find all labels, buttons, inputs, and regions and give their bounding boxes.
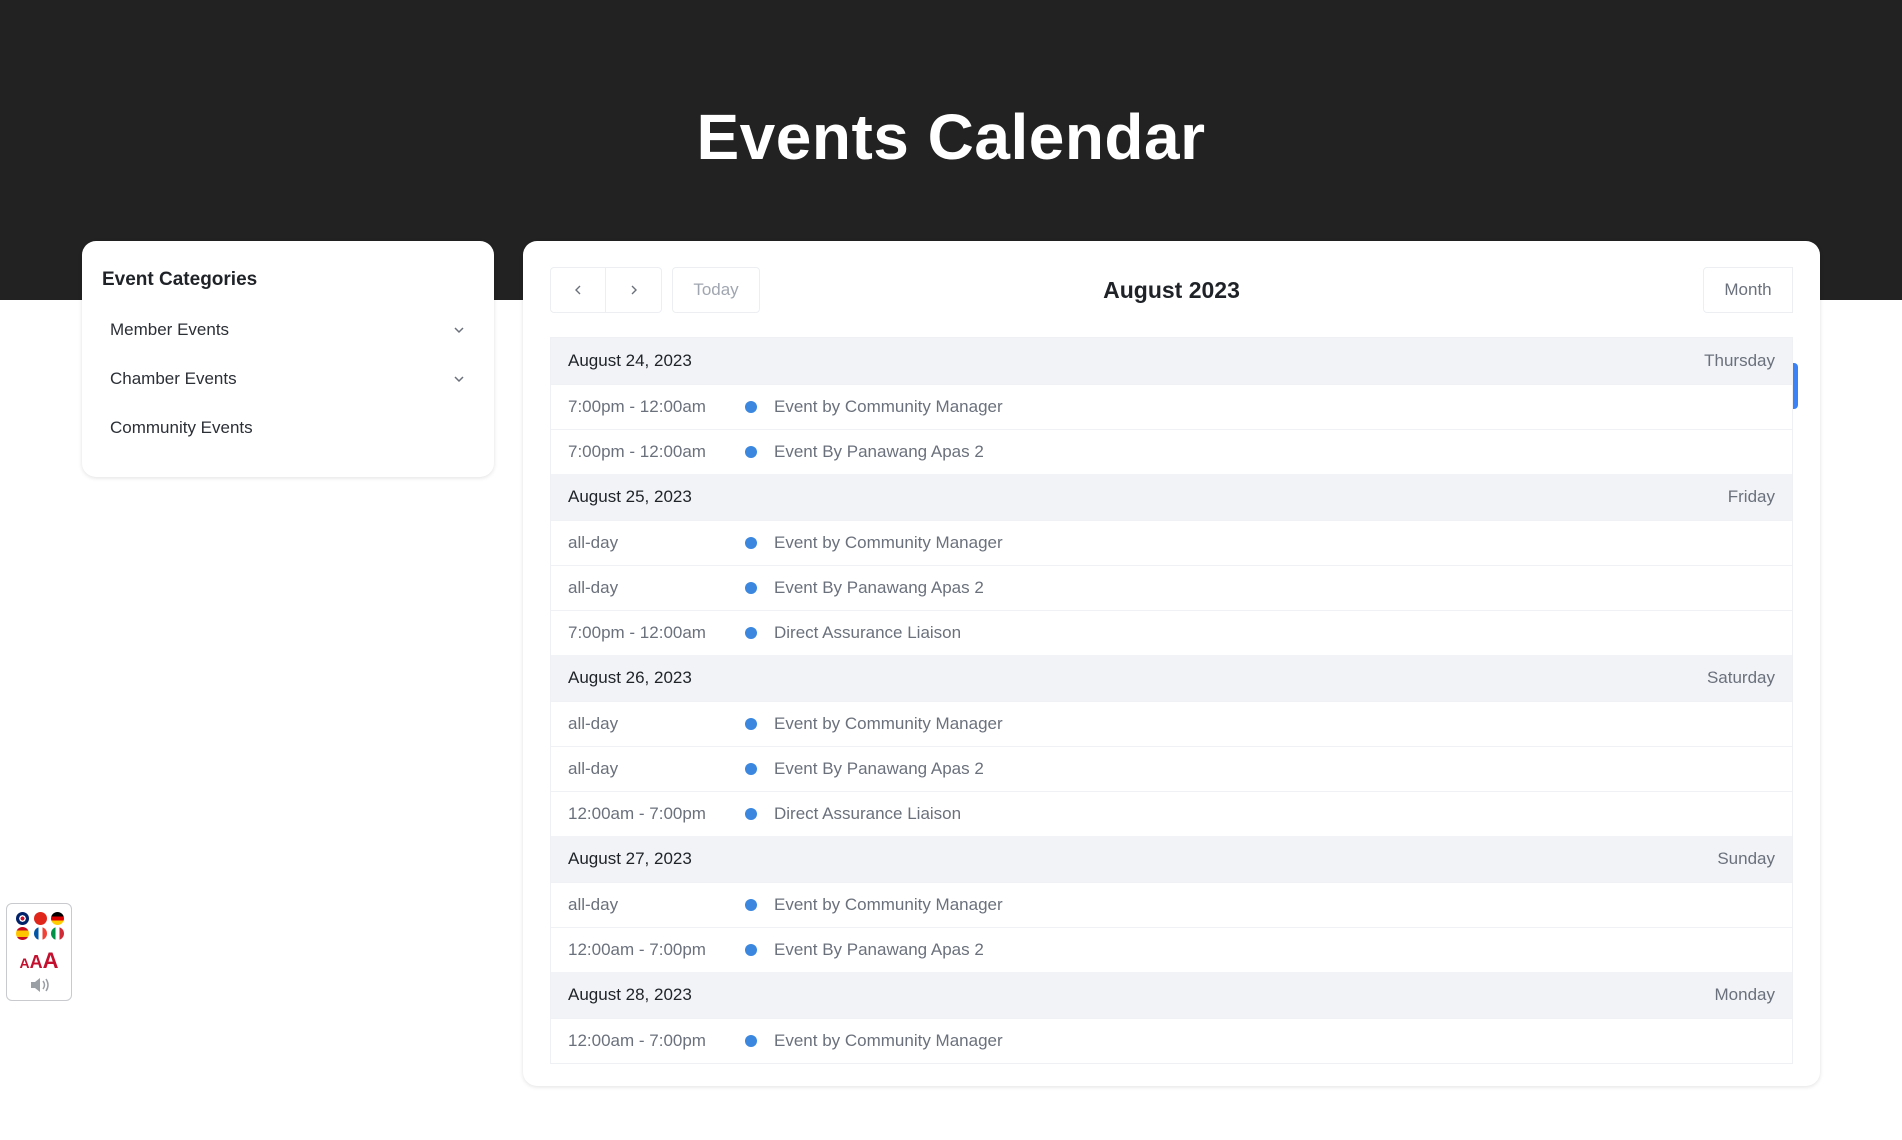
event-title[interactable]: Direct Assurance Liaison — [774, 623, 961, 643]
event-row[interactable]: all-day Event By Panawang Apas 2 — [551, 565, 1792, 610]
france-flag-icon — [33, 927, 47, 940]
event-dot-icon — [745, 1035, 757, 1047]
day-header[interactable]: August 24, 2023 Thursday — [551, 338, 1792, 384]
event-time: all-day — [568, 578, 619, 597]
italy-flag-icon — [51, 927, 64, 940]
day-weekday[interactable]: Saturday — [1707, 668, 1775, 688]
event-dot-icon — [745, 401, 757, 413]
event-dot-icon — [745, 899, 757, 911]
day-date[interactable]: August 25, 2023 — [568, 487, 692, 507]
event-time: all-day — [568, 759, 619, 778]
calendar-panel: Today August 2023 Month List August 24, … — [523, 241, 1820, 1086]
category-label: Member Events — [110, 319, 230, 339]
accessibility-widget[interactable]: AAA — [6, 903, 72, 1001]
event-dot-icon — [745, 537, 757, 549]
event-title[interactable]: Event by Community Manager — [774, 533, 1003, 553]
event-dot-icon — [745, 944, 757, 956]
event-row[interactable]: all-day Event By Panawang Apas 2 — [551, 746, 1792, 791]
month-view-button[interactable]: Month — [1703, 267, 1793, 313]
event-time: 12:00am - 7:00pm — [568, 804, 706, 823]
event-dot-icon — [745, 627, 757, 639]
event-title[interactable]: Event by Community Manager — [774, 1031, 1003, 1051]
event-time: 7:00pm - 12:00am — [568, 397, 706, 416]
event-categories-panel: Event Categories Member Events Chamber E… — [82, 241, 494, 477]
day-date[interactable]: August 28, 2023 — [568, 985, 692, 1005]
event-row[interactable]: 12:00am - 7:00pm Direct Assurance Liaison — [551, 791, 1792, 836]
event-dot-icon — [745, 763, 757, 775]
event-time: 7:00pm - 12:00am — [568, 623, 706, 642]
event-title[interactable]: Event By Panawang Apas 2 — [774, 578, 984, 598]
uk-flag-icon — [16, 912, 29, 925]
germany-flag-icon — [51, 912, 64, 925]
chevron-down-icon[interactable] — [452, 372, 466, 386]
event-row[interactable]: all-day Event by Community Manager — [551, 701, 1792, 746]
speaker-icon — [31, 978, 49, 992]
event-dot-icon — [745, 582, 757, 594]
category-chamber-events[interactable]: Chamber Events — [102, 354, 474, 403]
event-time: all-day — [568, 895, 619, 914]
event-list: August 24, 2023 Thursday 7:00pm - 12:00am E… — [550, 337, 1793, 1064]
next-button[interactable] — [606, 267, 662, 313]
event-title[interactable]: Event By Panawang Apas 2 — [774, 442, 984, 462]
day-header[interactable]: August 27, 2023 Sunday — [551, 836, 1792, 882]
event-time: 7:00pm - 12:00am — [568, 442, 706, 461]
day-date[interactable]: August 27, 2023 — [568, 849, 692, 869]
day-date[interactable]: August 26, 2023 — [568, 668, 692, 688]
event-title[interactable]: Event By Panawang Apas 2 — [774, 759, 984, 779]
day-header[interactable]: August 28, 2023 Monday — [551, 972, 1792, 1018]
event-time: 12:00am - 7:00pm — [568, 940, 706, 959]
event-time: 12:00am - 7:00pm — [568, 1031, 706, 1050]
language-flags-icon — [16, 912, 66, 942]
spain-flag-icon — [16, 927, 29, 940]
event-row[interactable]: 7:00pm - 12:00am Event By Panawang Apas 2 — [551, 429, 1792, 474]
event-dot-icon — [745, 808, 757, 820]
event-row[interactable]: 7:00pm - 12:00am Direct Assurance Liaison — [551, 610, 1792, 655]
nav-button-group — [550, 267, 662, 313]
event-row[interactable]: 7:00pm - 12:00am Event by Community Manag… — [551, 384, 1792, 429]
day-date[interactable]: August 24, 2023 — [568, 351, 692, 371]
event-dot-icon — [745, 446, 757, 458]
event-title[interactable]: Event by Community Manager — [774, 397, 1003, 417]
day-header[interactable]: August 26, 2023 Saturday — [551, 655, 1792, 701]
chevron-left-icon — [575, 285, 581, 295]
text-size-icon: AAA — [19, 948, 59, 973]
page-title: Events Calendar — [696, 101, 1206, 173]
day-weekday[interactable]: Friday — [1728, 487, 1775, 507]
event-title[interactable]: Event By Panawang Apas 2 — [774, 940, 984, 960]
event-categories-title: Event Categories — [102, 269, 258, 290]
view-switcher: Month List — [1703, 267, 1798, 409]
calendar-toolbar: Today August 2023 Month List — [550, 267, 1798, 409]
event-row[interactable]: 12:00am - 7:00pm Event by Community Manag… — [551, 1018, 1792, 1063]
event-row[interactable]: 12:00am - 7:00pm Event By Panawang Apas 2 — [551, 927, 1792, 972]
day-weekday[interactable]: Sunday — [1717, 849, 1775, 869]
category-member-events[interactable]: Member Events — [102, 305, 474, 354]
event-dot-icon — [745, 718, 757, 730]
event-title[interactable]: Event by Community Manager — [774, 895, 1003, 915]
category-label: Community Events — [110, 417, 253, 437]
event-row[interactable]: all-day Event by Community Manager — [551, 882, 1792, 927]
day-weekday[interactable]: Monday — [1715, 985, 1775, 1005]
chevron-down-icon[interactable] — [452, 323, 466, 337]
event-title[interactable]: Event by Community Manager — [774, 714, 1003, 734]
event-time: all-day — [568, 533, 619, 552]
event-time: all-day — [568, 714, 619, 733]
today-button[interactable]: Today — [672, 267, 760, 313]
event-title[interactable]: Direct Assurance Liaison — [774, 804, 961, 824]
day-weekday[interactable]: Thursday — [1704, 351, 1775, 371]
category-label: Chamber Events — [110, 368, 237, 388]
category-community-events[interactable]: Community Events — [102, 403, 474, 452]
prev-button[interactable] — [550, 267, 606, 313]
china-flag-icon — [33, 912, 47, 925]
event-row[interactable]: all-day Event by Community Manager — [551, 520, 1792, 565]
day-header[interactable]: August 25, 2023 Friday — [551, 474, 1792, 520]
chevron-right-icon — [631, 285, 637, 295]
